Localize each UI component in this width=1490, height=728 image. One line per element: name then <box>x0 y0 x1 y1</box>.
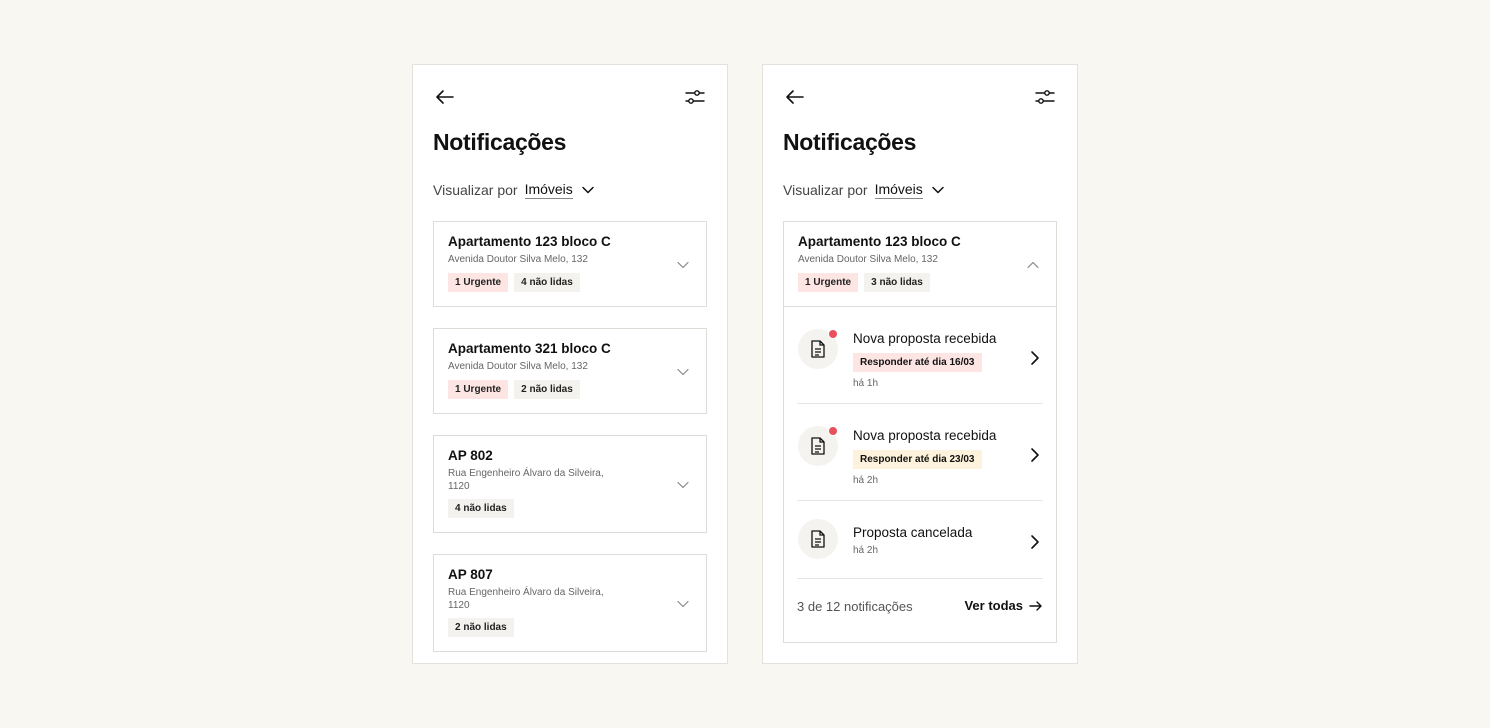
see-all-link[interactable]: Ver todas <box>964 598 1043 613</box>
chevron-up-icon[interactable] <box>1026 258 1040 272</box>
property-name: Apartamento 123 bloco C <box>448 234 611 249</box>
view-by-control: Visualizar por Imóveis <box>783 181 945 199</box>
property-card-header[interactable]: Apartamento 123 bloco C Avenida Doutor S… <box>784 222 1056 307</box>
property-name: AP 807 <box>448 567 493 582</box>
chevron-down-icon[interactable] <box>676 478 690 492</box>
notifications-screen-collapsed: Notificações Visualizar por Imóveis Apar… <box>412 64 728 664</box>
card-footer: 3 de 12 notificações Ver todas <box>797 579 1043 637</box>
property-address: Rua Engenheiro Álvaro da Silveira, 1120 <box>448 468 604 492</box>
urgent-badge: 1 Urgente <box>448 379 509 399</box>
notifications-screen-expanded: Notificações Visualizar por Imóveis Apar… <box>762 64 1078 664</box>
view-by-label: Visualizar por <box>433 182 518 198</box>
notification-title: Nova proposta recebida <box>853 428 997 443</box>
chevron-right-icon[interactable] <box>1027 447 1043 463</box>
see-all-label: Ver todas <box>964 598 1023 613</box>
view-by-select[interactable]: Imóveis <box>524 181 573 199</box>
deadline-badge: Responder até dia 16/03 <box>853 353 982 372</box>
chevron-down-icon[interactable] <box>931 183 945 197</box>
chevron-down-icon[interactable] <box>676 365 690 379</box>
notification-time: há 1h <box>853 378 879 389</box>
filter-sliders-icon[interactable] <box>1033 85 1057 109</box>
back-arrow-icon[interactable] <box>783 85 807 109</box>
view-by-select[interactable]: Imóveis <box>874 181 923 199</box>
document-icon <box>811 437 825 455</box>
notification-count: 3 de 12 notificações <box>797 599 913 614</box>
view-by-value: Imóveis <box>524 181 573 197</box>
property-card-header: Apartamento 321 bloco C Avenida Doutor S… <box>434 329 706 409</box>
page-title: Notificações <box>783 129 917 155</box>
chevron-right-icon[interactable] <box>1027 350 1043 366</box>
notification-item[interactable]: Nova proposta recebida Responder até dia… <box>797 404 1043 501</box>
urgent-badge: 1 Urgente <box>448 272 509 292</box>
chevron-down-icon[interactable] <box>581 183 595 197</box>
property-card[interactable]: AP 807 Rua Engenheiro Álvaro da Silveira… <box>433 554 707 652</box>
view-by-label: Visualizar por <box>783 182 868 198</box>
back-arrow-icon[interactable] <box>433 85 457 109</box>
deadline-badge: Responder até dia 23/03 <box>853 450 982 469</box>
document-icon <box>811 530 825 548</box>
top-bar <box>433 85 707 109</box>
property-address: Rua Engenheiro Álvaro da Silveira, 1120 <box>448 587 604 611</box>
unread-badge: 4 não lidas <box>448 499 514 518</box>
top-bar <box>783 85 1057 109</box>
notification-time: há 2h <box>853 475 879 486</box>
arrow-right-icon <box>1029 600 1042 611</box>
property-card-header: AP 807 Rua Engenheiro Álvaro da Silveira… <box>434 555 706 647</box>
notification-item[interactable]: Nova proposta recebida Responder até dia… <box>797 307 1043 404</box>
unread-dot <box>828 329 838 339</box>
unread-badge: 2 não lidas <box>448 618 514 637</box>
unread-badge: 2 não lidas <box>514 379 580 399</box>
notification-item[interactable]: Proposta cancelada há 2h <box>797 501 1043 579</box>
property-card[interactable]: AP 802 Rua Engenheiro Álvaro da Silveira… <box>433 435 707 533</box>
notification-title: Proposta cancelada <box>853 525 973 540</box>
notification-title: Nova proposta recebida <box>853 331 997 346</box>
urgent-badge: 1 Urgente <box>798 272 859 292</box>
chevron-down-icon[interactable] <box>676 597 690 611</box>
property-address: Avenida Doutor Silva Melo, 132 <box>448 361 588 372</box>
property-card[interactable]: Apartamento 321 bloco C Avenida Doutor S… <box>433 328 707 414</box>
property-name: AP 802 <box>448 448 493 463</box>
filter-sliders-icon[interactable] <box>683 85 707 109</box>
page-title: Notificações <box>433 129 567 155</box>
property-card[interactable]: Apartamento 123 bloco C Avenida Doutor S… <box>433 221 707 307</box>
document-icon <box>811 340 825 358</box>
unread-badge: 4 não lidas <box>514 272 580 292</box>
chevron-down-icon[interactable] <box>676 258 690 272</box>
view-by-control: Visualizar por Imóveis <box>433 181 595 199</box>
property-card-expanded: Apartamento 123 bloco C Avenida Doutor S… <box>783 221 1057 643</box>
property-name: Apartamento 321 bloco C <box>448 341 611 356</box>
notification-time: há 2h <box>853 545 879 556</box>
notification-icon-wrap <box>798 519 838 559</box>
view-by-value: Imóveis <box>874 181 923 197</box>
unread-dot <box>828 426 838 436</box>
unread-badge: 3 não lidas <box>864 272 930 292</box>
property-card-header: Apartamento 123 bloco C Avenida Doutor S… <box>434 222 706 302</box>
property-name: Apartamento 123 bloco C <box>798 234 961 249</box>
property-card-header: AP 802 Rua Engenheiro Álvaro da Silveira… <box>434 436 706 528</box>
property-address: Avenida Doutor Silva Melo, 132 <box>798 254 938 265</box>
property-address: Avenida Doutor Silva Melo, 132 <box>448 254 588 265</box>
chevron-right-icon[interactable] <box>1027 534 1043 550</box>
